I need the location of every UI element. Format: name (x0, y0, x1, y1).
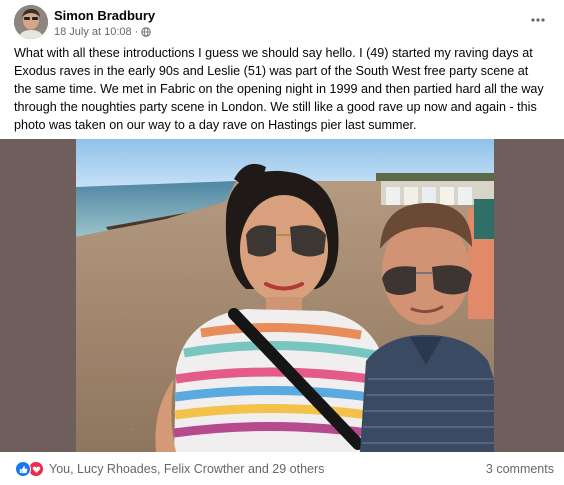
author-name[interactable]: Simon Bradbury (54, 8, 155, 23)
globe-icon[interactable] (141, 27, 152, 37)
post-header: Simon Bradbury 18 July at 10:08 · (0, 0, 564, 44)
post-meta: 18 July at 10:08 · (54, 26, 152, 38)
meta-separator: · (134, 26, 139, 38)
reaction-names: You, Lucy Rhoades, Felix Crowther and 29… (49, 462, 325, 476)
post-text-line: the same time. We met in Fabric on the o… (14, 82, 544, 96)
post-text-line: Exodus raves in the early 90s and Leslie… (14, 64, 529, 78)
post-text-line: What with all these introductions I gues… (14, 46, 533, 60)
beach-selfie-illustration (76, 139, 494, 452)
post-footer: You, Lucy Rhoades, Felix Crowther and 29… (0, 452, 564, 485)
more-options-button[interactable] (526, 10, 550, 30)
avatar-photo (14, 5, 48, 39)
post-text-line: photo was taken on our way to a day rave… (14, 118, 417, 132)
post-photo[interactable] (76, 139, 494, 452)
post-date[interactable]: 18 July at 10:08 (54, 26, 132, 38)
like-icon (15, 461, 31, 477)
author-avatar[interactable] (14, 5, 48, 39)
comments-count[interactable]: 3 comments (486, 462, 554, 476)
post-text: What with all these introductions I gues… (14, 44, 554, 134)
reactions-summary[interactable]: You, Lucy Rhoades, Felix Crowther and 29… (15, 461, 324, 477)
facebook-post: Simon Bradbury 18 July at 10:08 · What w… (0, 0, 564, 485)
post-photo-frame (0, 139, 564, 452)
post-text-line: through the noughties party scene in Lon… (14, 100, 537, 114)
more-options-icon (531, 18, 545, 22)
